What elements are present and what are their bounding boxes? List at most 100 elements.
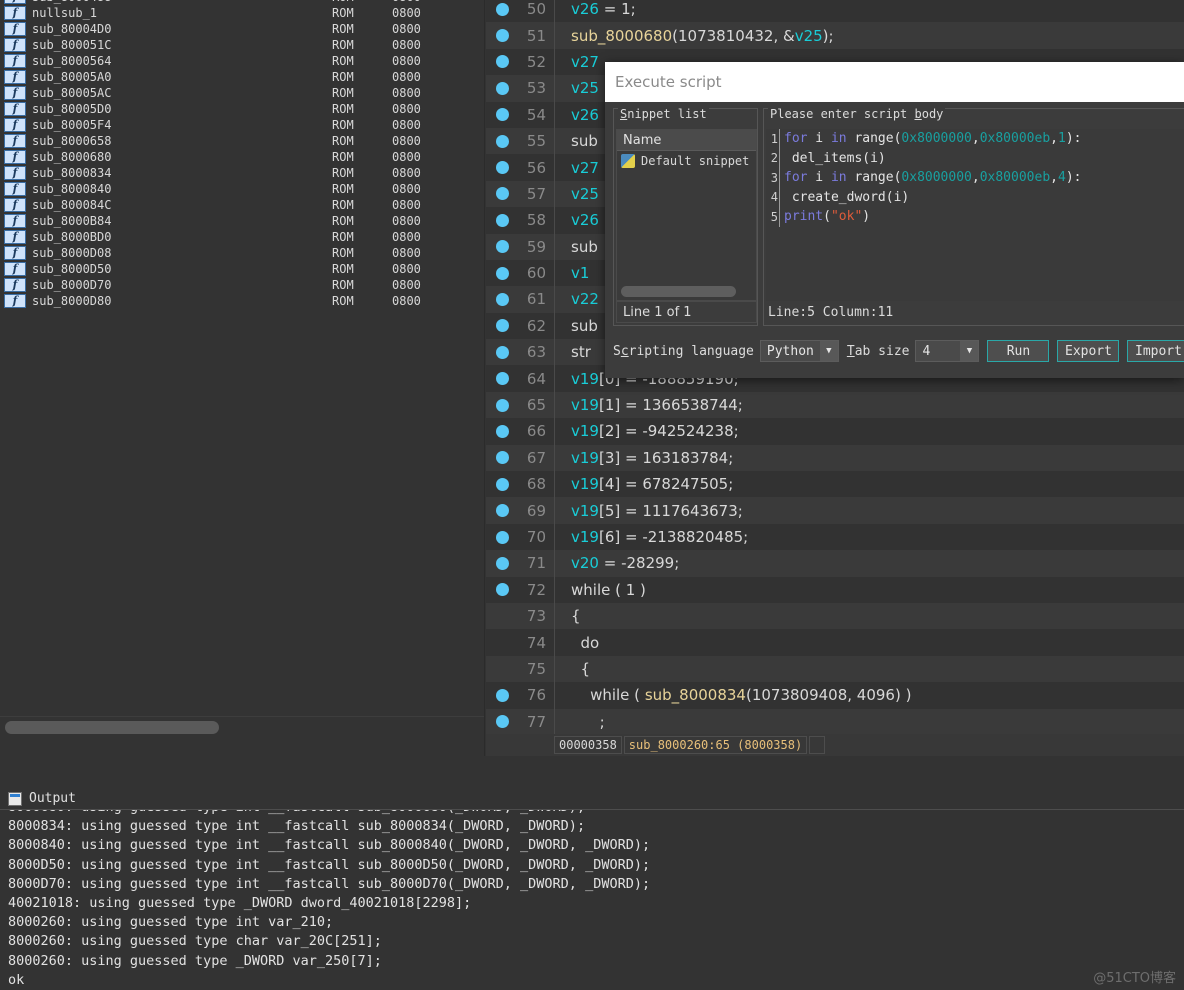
breakpoint-dot-icon[interactable]: [486, 292, 518, 306]
pseudocode-line[interactable]: 77 ;: [486, 708, 1184, 735]
function-list-row[interactable]: f sub_80004D0 ROM 0800: [0, 21, 485, 37]
breakpoint-dot-icon[interactable]: [486, 688, 518, 702]
pseudocode-line-number: 58: [526, 211, 546, 230]
breakpoint-dot-icon[interactable]: [486, 55, 518, 69]
snippet-column-header[interactable]: Name: [617, 130, 756, 151]
function-segment: ROM: [332, 294, 354, 308]
function-list-row[interactable]: f sub_8000D08 ROM 0800: [0, 245, 485, 261]
function-list-row[interactable]: f sub_8000D70 ROM 0800: [0, 277, 485, 293]
pseudocode-line[interactable]: 66 v19[2] = -942524238;: [486, 418, 1184, 445]
function-start-address: 0800: [392, 182, 421, 196]
output-log-line: ok: [8, 971, 25, 988]
output-title: Output: [29, 791, 76, 806]
breakpoint-dot-icon[interactable]: [486, 662, 518, 675]
breakpoint-dot-icon[interactable]: [486, 504, 518, 518]
function-list-row[interactable]: f sub_8000D80 ROM 0800: [0, 293, 485, 309]
breakpoint-dot-icon[interactable]: [486, 81, 518, 95]
import-button[interactable]: Import: [1127, 340, 1184, 362]
pseudocode-line[interactable]: 65 v19[1] = 1366538744;: [486, 391, 1184, 419]
snippet-rows[interactable]: Default snippet: [617, 151, 756, 171]
pseudocode-line[interactable]: 76 while ( sub_8000834(1073809408, 4096)…: [486, 682, 1184, 709]
breakpoint-dot-icon[interactable]: [486, 424, 518, 438]
function-list-row[interactable]: f sub_800084C ROM 0800: [0, 197, 485, 213]
chevron-down-icon[interactable]: ▼: [960, 341, 979, 361]
function-list-row[interactable]: f sub_8000680 ROM 0800: [0, 149, 485, 165]
script-body-editor[interactable]: 1 for i in range(0x8000000,0x80000eb,1): 2…: [766, 129, 1184, 301]
breakpoint-dot-icon[interactable]: [486, 161, 518, 175]
breakpoint-dot-icon[interactable]: [486, 2, 518, 16]
breakpoint-dot-icon[interactable]: [486, 530, 518, 544]
function-list-row[interactable]: f sub_8000658 ROM 0800: [0, 133, 485, 149]
breakpoint-dot-icon[interactable]: [486, 610, 518, 623]
functions-list-panel[interactable]: fsub_8000488ROM0800fnullsub_1ROM0800fsub…: [0, 0, 485, 756]
function-segment: ROM: [332, 38, 354, 52]
script-editor-line[interactable]: 3 for i in range(0x8000000,0x80000eb,4):: [766, 168, 1184, 188]
output-header[interactable]: Output: [0, 788, 1184, 810]
function-icon: f: [4, 118, 26, 132]
function-list-row[interactable]: f sub_80005AC ROM 0800: [0, 85, 485, 101]
breakpoint-dot-icon[interactable]: [486, 715, 518, 729]
chevron-down-icon[interactable]: ▼: [819, 341, 838, 361]
script-gutter-divider: [779, 148, 780, 168]
breakpoint-dot-icon[interactable]: [486, 583, 518, 597]
pseudocode-line[interactable]: 68 v19[4] = 678247505;: [486, 471, 1184, 498]
snippet-horizontal-scrollbar[interactable]: [621, 286, 736, 297]
function-list-row[interactable]: f sub_800051C ROM 0800: [0, 37, 485, 53]
output-log[interactable]: 8000680: using guessed type int __fastca…: [0, 810, 1184, 990]
breakpoint-dot-icon[interactable]: [486, 108, 518, 122]
breakpoint-dot-icon[interactable]: [486, 266, 518, 280]
dialog-titlebar[interactable]: Execute script: [605, 62, 1184, 102]
pseudocode-line[interactable]: 75 {: [486, 655, 1184, 683]
function-list-row[interactable]: f sub_80005D0 ROM 0800: [0, 101, 485, 117]
breakpoint-dot-icon[interactable]: [486, 187, 518, 201]
functions-horizontal-scrollbar[interactable]: [0, 716, 485, 738]
pseudocode-code: {: [571, 607, 581, 626]
tab-size-select[interactable]: 4 ▼: [915, 340, 980, 362]
function-list-row[interactable]: f sub_80005A0 ROM 0800: [0, 69, 485, 85]
scripting-language-select[interactable]: Python ▼: [759, 340, 839, 362]
pseudocode-line[interactable]: 70 v19[6] = -2138820485;: [486, 523, 1184, 551]
pseudocode-line-number: 76: [526, 686, 546, 705]
pseudocode-line[interactable]: 67 v19[3] = 163183784;: [486, 444, 1184, 472]
execute-script-dialog[interactable]: Execute script Snippet list Name Default…: [605, 62, 1184, 378]
function-list-row[interactable]: f sub_8000564 ROM 0800: [0, 53, 485, 69]
script-editor-line[interactable]: 2 del_items(i): [766, 148, 1184, 168]
run-button[interactable]: Run: [987, 340, 1050, 362]
breakpoint-dot-icon[interactable]: [486, 240, 518, 254]
functions-list[interactable]: fsub_8000488ROM0800fnullsub_1ROM0800fsub…: [0, 0, 485, 309]
function-list-row[interactable]: f sub_8000B84 ROM 0800: [0, 213, 485, 229]
pseudocode-line[interactable]: 72 while ( 1 ): [486, 576, 1184, 603]
breakpoint-dot-icon[interactable]: [486, 636, 518, 649]
pseudocode-line[interactable]: 71 v20 = -28299;: [486, 550, 1184, 577]
breakpoint-dot-icon[interactable]: [486, 398, 518, 412]
breakpoint-dot-icon[interactable]: [486, 345, 518, 359]
functions-scrollbar-thumb[interactable]: [5, 721, 219, 734]
pseudocode-line[interactable]: 50 v26 = 1;: [486, 0, 1184, 23]
breakpoint-dot-icon[interactable]: [486, 319, 518, 333]
pseudocode-line[interactable]: 74 do: [486, 629, 1184, 656]
snippet-list-item[interactable]: Default snippet: [617, 151, 756, 171]
function-list-row[interactable]: f sub_80005F4 ROM 0800: [0, 117, 485, 133]
script-editor-line[interactable]: 5 print("ok"): [766, 207, 1184, 227]
function-list-row[interactable]: f sub_8000834 ROM 0800: [0, 165, 485, 181]
script-editor-line[interactable]: 1 for i in range(0x8000000,0x80000eb,1):: [766, 129, 1184, 149]
script-editor-line[interactable]: 4 create_dword(i): [766, 187, 1184, 207]
export-button[interactable]: Export: [1057, 340, 1120, 362]
breakpoint-dot-icon[interactable]: [486, 372, 518, 386]
function-list-row[interactable]: f nullsub_1 ROM 0800: [0, 5, 485, 21]
pseudocode-line[interactable]: 73 {: [486, 602, 1184, 630]
breakpoint-dot-icon[interactable]: [486, 477, 518, 491]
breakpoint-dot-icon[interactable]: [486, 213, 518, 227]
breakpoint-dot-icon[interactable]: [486, 29, 518, 43]
function-icon: f: [4, 6, 26, 20]
pseudocode-line[interactable]: 51 sub_8000680(1073810432, &v25);: [486, 22, 1184, 49]
breakpoint-dot-icon[interactable]: [486, 556, 518, 570]
pseudocode-line[interactable]: 69 v19[5] = 1117643673;: [486, 497, 1184, 524]
breakpoint-dot-icon[interactable]: [486, 451, 518, 465]
watermark: @51CTO博客: [1093, 971, 1176, 986]
function-list-row[interactable]: f sub_8000BD0 ROM 0800: [0, 229, 485, 245]
function-list-row[interactable]: f sub_8000D50 ROM 0800: [0, 261, 485, 277]
breakpoint-dot-icon[interactable]: [486, 134, 518, 148]
snippet-table[interactable]: Name Default snippet: [616, 129, 757, 301]
function-list-row[interactable]: f sub_8000840 ROM 0800: [0, 181, 485, 197]
